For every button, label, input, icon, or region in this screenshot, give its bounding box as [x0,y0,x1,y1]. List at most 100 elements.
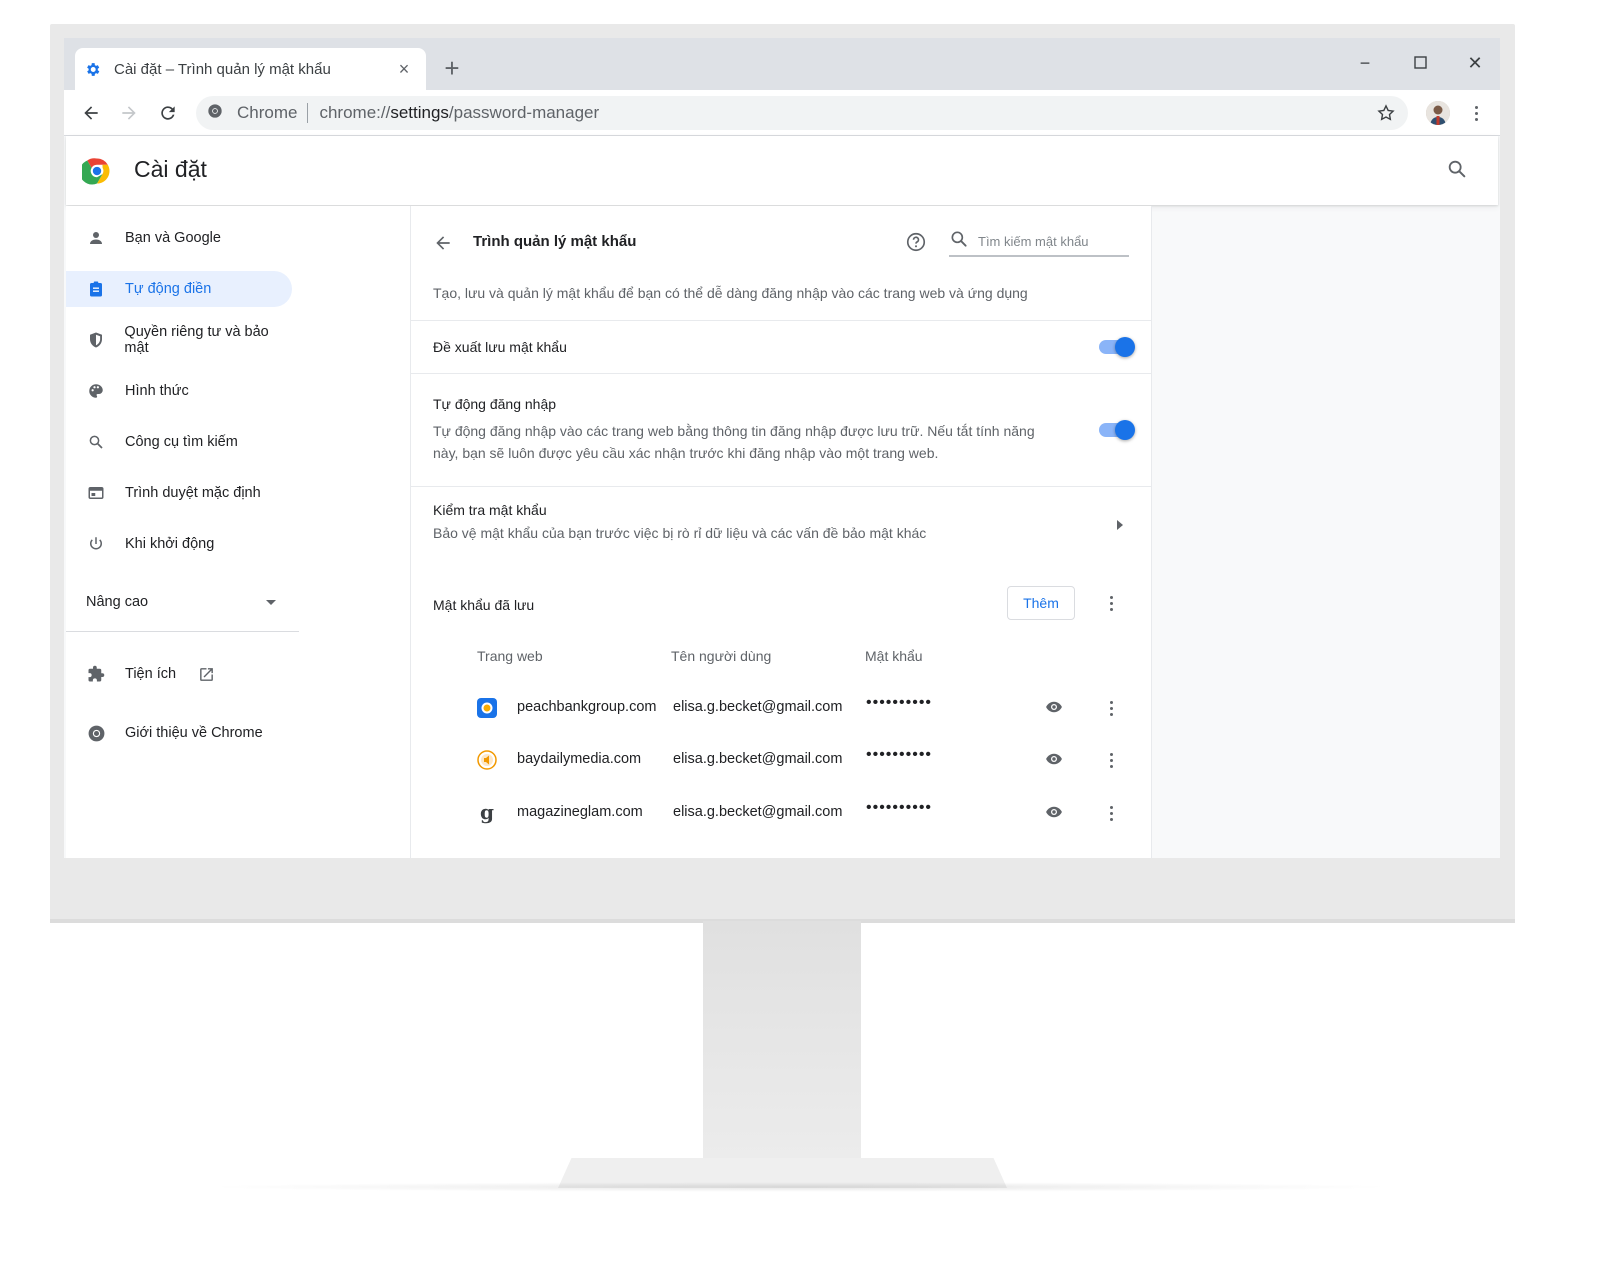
saved-passwords-menu-button[interactable] [1101,593,1121,613]
bookmark-star-icon[interactable] [1376,103,1396,128]
sidebar-item-privacy[interactable]: Quyền riêng tư và bảo mật [66,322,292,358]
toggle-knob [1115,337,1135,357]
offer-save-label: Đề xuất lưu mật khẩu [433,339,567,355]
eye-icon [1046,701,1062,713]
row-username: elisa.g.becket@gmail.com [673,699,843,715]
palette-icon [86,381,106,401]
sidebar-item-label: Trình duyệt mặc định [125,485,261,501]
add-password-button[interactable]: Thêm [1007,586,1075,620]
gear-icon [83,60,101,78]
assignment-icon [86,279,106,299]
reload-button[interactable] [155,100,181,126]
url-scheme: chrome:// [319,103,391,122]
browser-icon [86,483,106,503]
browser-window: Cài đặt – Trình quản lý mật khẩu × + − ✕… [64,38,1500,858]
search-settings-button[interactable] [1446,158,1468,185]
back-button[interactable] [78,100,104,126]
arrow-left-icon [84,106,98,120]
eye-icon [1046,806,1062,818]
password-manager-card: Trình quản lý mật khẩu Tìm kiếm mật khẩu… [410,206,1152,858]
sidebar-item-on-startup[interactable]: Khi khởi động [66,526,292,562]
puzzle-icon [86,664,106,684]
sidebar-item-label: Quyền riêng tư và bảo mật [124,324,269,356]
close-window-button[interactable]: ✕ [1460,52,1490,74]
settings-header: Cài đặt [66,136,1498,205]
site-label: Chrome [237,103,298,122]
g-icon: g [480,800,494,824]
row-site: peachbankgroup.com [517,699,657,715]
chevron-right-icon[interactable] [1117,520,1123,530]
power-icon [86,534,106,554]
search-icon [86,432,106,452]
tab-settings[interactable]: Cài đặt – Trình quản lý mật khẩu × [75,48,426,90]
open-in-new-icon [198,666,215,683]
row-password: •••••••••• [866,746,933,763]
sidebar-item-default-browser[interactable]: Trình duyệt mặc định [66,475,292,511]
reload-icon [161,106,175,120]
row-menu-button[interactable] [1101,698,1121,718]
settings-page: Cài đặt Bạn và Google Tự động điền Quyền… [64,136,1500,858]
search-icon [949,229,969,254]
sidebar-item-label: Hình thức [125,383,189,399]
show-password-button[interactable] [1045,803,1063,826]
new-tab-button[interactable]: + [440,55,464,81]
sidebar-item-label: Bạn và Google [125,230,221,246]
sidebar-item-about-chrome[interactable]: Giới thiệu về Chrome [66,715,306,751]
browser-menu-button[interactable] [1466,103,1486,123]
check-passwords-label: Kiểm tra mật khẩu [433,502,547,518]
table-row[interactable]: peachbankgroup.com elisa.g.becket@gmail.… [411,682,1151,734]
row-site: baydailymedia.com [517,751,642,767]
offer-save-toggle[interactable] [1099,337,1135,357]
row-menu-button[interactable] [1101,750,1121,770]
row-password: •••••••••• [866,799,933,816]
sidebar-item-autofill[interactable]: Tự động điền [66,271,292,307]
toolbar: Chrome chrome:// settings /password-mana… [64,90,1500,136]
monitor-stand [703,921,861,1161]
avatar[interactable] [1426,101,1450,125]
media-icon [477,750,497,770]
help-button[interactable] [905,231,927,258]
sidebar-item-label: Giới thiệu về Chrome [125,725,263,741]
chrome-logo-icon [86,723,106,743]
section-title: Trình quản lý mật khẩu [473,233,637,250]
show-password-button[interactable] [1045,698,1063,721]
row-username: elisa.g.becket@gmail.com [673,751,843,767]
tab-title: Cài đặt – Trình quản lý mật khẩu [114,60,331,78]
sidebar-item-label: Khi khởi động [125,536,215,552]
sidebar: Bạn và Google Tự động điền Quyền riêng t… [66,206,410,858]
advanced-label: Nâng cao [86,594,149,610]
auto-signin-label: Tự động đăng nhập [433,396,557,412]
row-menu-button[interactable] [1101,803,1121,823]
sidebar-item-appearance[interactable]: Hình thức [66,373,292,409]
table-row[interactable]: g magazineglam.com elisa.g.becket@gmail.… [411,787,1151,839]
profile-photo-icon [1426,101,1450,125]
help-icon [906,232,926,252]
row-divider [411,373,1151,374]
maximize-icon [1413,56,1427,69]
auto-signin-toggle[interactable] [1099,420,1135,440]
auto-signin-description-line1: Tự động đăng nhập vào các trang web bằng… [433,423,1035,439]
maximize-button[interactable] [1405,52,1435,74]
address-bar[interactable]: Chrome chrome:// settings /password-mana… [196,96,1408,130]
sidebar-item-you-and-google[interactable]: Bạn và Google [66,220,292,256]
minimize-button[interactable]: − [1350,52,1380,74]
forward-button[interactable] [116,100,142,126]
close-tab-icon[interactable]: × [394,59,414,80]
omnibox-separator [307,103,309,123]
sidebar-item-extensions[interactable]: Tiện ích [66,656,266,692]
sidebar-advanced-toggle[interactable]: Nâng cao [86,594,276,610]
table-row[interactable]: baydailymedia.com elisa.g.becket@gmail.c… [411,734,1151,786]
search-placeholder: Tìm kiếm mật khẩu [978,233,1089,249]
url-path: /password-manager [448,103,600,122]
password-search-input[interactable]: Tìm kiếm mật khẩu [949,227,1129,257]
person-icon [86,228,106,248]
column-header-username: Tên người dùng [671,648,772,664]
show-password-button[interactable] [1045,750,1063,773]
url-host: settings [390,103,449,122]
row-password: •••••••••• [866,694,933,711]
arrow-right-icon [122,106,136,120]
column-header-site: Trang web [477,648,543,664]
sidebar-item-search-engine[interactable]: Công cụ tìm kiếm [66,424,292,460]
shield-icon [86,330,105,350]
back-arrow-button[interactable] [433,233,453,258]
